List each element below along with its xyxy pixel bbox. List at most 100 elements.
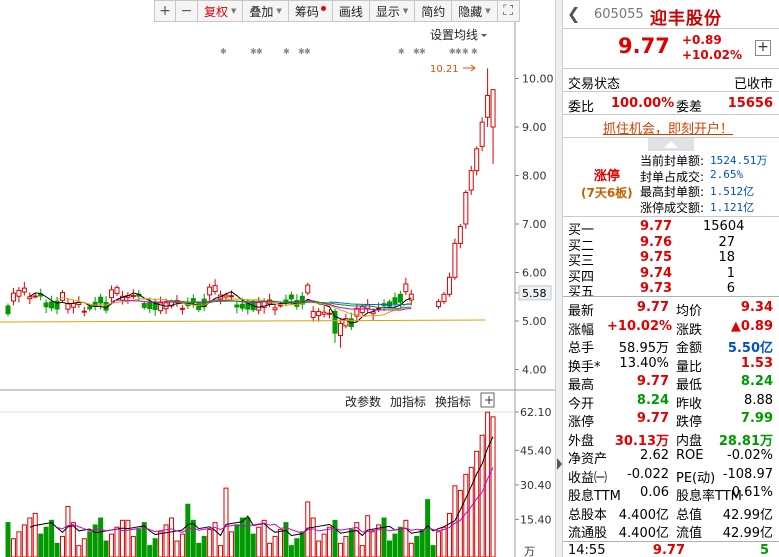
volume-bar	[223, 487, 229, 557]
stat-label: PE(动)	[676, 470, 716, 486]
candle-body	[441, 293, 447, 303]
hide-label: 隐藏	[458, 4, 483, 19]
candle-body	[223, 294, 229, 298]
vol-tick-label: 30.40	[520, 479, 552, 492]
book-price: 9.76	[640, 234, 673, 250]
volume-bar	[207, 529, 213, 557]
volume-bar	[408, 542, 414, 557]
limit-field-label: 最高封单额:	[640, 185, 705, 199]
price-tick-label: 10.00	[522, 73, 554, 86]
zoom-in-button[interactable]: +	[154, 0, 176, 22]
notification-dot-icon	[320, 5, 326, 11]
candle-body	[463, 191, 469, 225]
hide-dropdown[interactable]: 隐藏 ▼	[452, 0, 498, 22]
limit-field-value: 1.512亿	[710, 185, 755, 198]
stat-value: 9.34	[740, 300, 773, 315]
divider	[563, 91, 779, 92]
stat-value: 4.400亿	[618, 507, 669, 523]
event-marker-icon: ✱	[455, 47, 462, 56]
collapse-arrow-icon	[557, 458, 562, 470]
zoom-out-button[interactable]: −	[176, 0, 198, 22]
stat-label: 收益㈠	[568, 470, 608, 486]
sub-indicator-button[interactable]: 换指标	[435, 394, 471, 409]
volume-bar	[381, 517, 387, 557]
candle-body	[109, 289, 115, 299]
simple-button[interactable]: 简约	[415, 0, 453, 22]
price-tick-label: 5.00	[522, 315, 547, 328]
stat-label: 涨跌	[676, 322, 703, 338]
order-book-row[interactable]: 买一 9.77 15604	[563, 219, 779, 238]
event-marker-icon: ✱	[398, 47, 405, 56]
candle-body	[392, 297, 398, 305]
display-dropdown[interactable]: 显示 ▼	[369, 0, 416, 22]
volume-bar	[201, 535, 207, 557]
last-price: 9.77	[618, 34, 670, 58]
stat-label: 涨幅	[568, 322, 595, 338]
kline-chart-area[interactable]: 10.009.008.007.006.005.585.004.005.58设置均…	[0, 0, 555, 557]
stat-value: 30.13万	[614, 433, 669, 449]
order-book-row[interactable]: 买五 9.73 6	[563, 281, 779, 300]
draw-line-button[interactable]: 画线	[332, 0, 370, 22]
candle-body	[256, 301, 262, 311]
volume-bar	[114, 526, 120, 557]
volume-bar	[261, 519, 267, 557]
candle-body	[239, 303, 245, 309]
stat-value: 2.62	[640, 448, 669, 463]
order-book-row[interactable]: 买三 9.75 18	[563, 250, 779, 269]
vol-tick-label: 45.40	[520, 444, 552, 457]
chip-label: 筹码	[294, 4, 319, 19]
limit-field-value: 2.65%	[710, 167, 744, 181]
order-book-row[interactable]: 买四 9.74 1	[563, 266, 779, 285]
volume-bar	[332, 519, 338, 557]
fuquan-dropdown[interactable]: 复权 ▼	[198, 0, 244, 22]
volume-bar	[365, 515, 371, 557]
add-watchlist-button[interactable]: +	[755, 40, 771, 56]
ma-setting-button[interactable]: 设置均线	[430, 28, 478, 42]
book-level-label: 买五	[568, 285, 595, 300]
volume-bar	[174, 540, 180, 557]
collapse-up-icon[interactable]	[648, 138, 694, 151]
volume-bar	[76, 545, 82, 557]
volume-bar	[490, 416, 496, 557]
book-volume: 18	[718, 250, 735, 265]
order-book-row[interactable]: 买二 9.76 27	[563, 234, 779, 254]
book-volume: 27	[718, 234, 735, 250]
volume-bar	[87, 531, 93, 557]
overlay-dropdown[interactable]: 叠加 ▼	[243, 0, 289, 22]
candle-body	[457, 225, 463, 244]
chip-button[interactable]: 筹码	[288, 0, 333, 22]
volume-bar	[441, 526, 447, 557]
limit-field-label: 当前封单额:	[640, 154, 705, 168]
stat-value: 8.88	[744, 392, 773, 408]
open-account-link[interactable]: 抓住机会，即刻开户！	[603, 118, 733, 137]
candle-body	[49, 301, 55, 309]
candle-body	[316, 311, 322, 316]
kline-chart[interactable]: 10.009.008.007.006.005.585.004.005.58设置均…	[0, 0, 555, 557]
sub-indicator-button[interactable]: 改参数	[345, 394, 381, 409]
volume-bar	[414, 535, 420, 557]
stat-label: 外盘	[568, 433, 595, 449]
chevron-down-icon: ▼	[402, 7, 409, 15]
limit-field-label: 涨停成交额:	[640, 200, 705, 215]
volume-bar	[430, 545, 436, 557]
event-marker-icon: ✱	[419, 47, 426, 56]
panel-collapse-handle[interactable]	[555, 0, 563, 557]
event-marker-icon: ✱	[256, 47, 263, 56]
candle-body	[479, 121, 485, 147]
status-value: 已收市	[733, 77, 773, 92]
back-icon[interactable]: ❮	[567, 4, 580, 23]
fullscreen-button[interactable]: ⛶	[497, 0, 520, 22]
vol-tick-label: 62.10	[520, 406, 552, 419]
volume-bar	[21, 524, 27, 557]
tick-price: 9.77	[652, 543, 685, 557]
volume-bar	[190, 519, 196, 557]
candle-body	[207, 286, 213, 296]
price-tick-label: 6.00	[522, 267, 547, 280]
price-pane	[0, 22, 515, 390]
sub-indicator-button[interactable]: 加指标	[390, 394, 426, 409]
draw-line-label: 画线	[338, 4, 363, 19]
candle-body	[27, 296, 33, 300]
divider	[563, 28, 779, 29]
candle-body	[452, 242, 458, 278]
stat-value: 9.77	[636, 374, 669, 389]
